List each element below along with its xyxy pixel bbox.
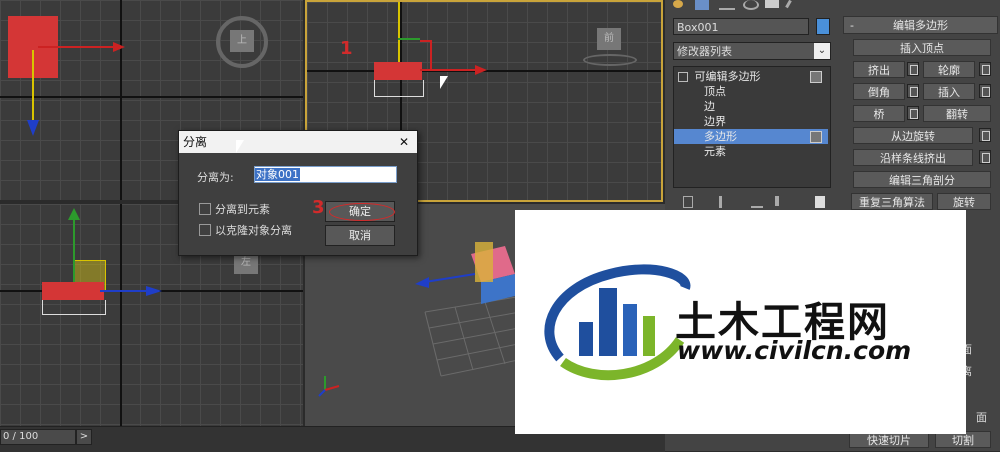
cancel-button[interactable]: 取消 [325,225,395,246]
retriangulate-button[interactable]: 重复三角算法 [851,193,933,210]
stack-toolbar [675,196,825,208]
detach-dialog: 分离 ✕ 分离为: 对象001 分离到元素 以克隆对象分离 3 确定 取消 [178,130,418,256]
extrude-button[interactable]: 挤出 [853,61,905,78]
viewcube-top[interactable]: 上 [216,16,268,68]
annotation-step-1: 1 [340,38,353,59]
mouse-cursor-icon [440,76,448,89]
show-end-result-icon[interactable] [719,196,722,208]
watermark-logo: 土木工程网 www.civilcn.com [515,210,966,434]
grid-axis-v [120,204,122,426]
extrude-settings-button[interactable] [907,62,919,76]
gizmo-x-axis [38,46,118,48]
bridge-settings-button[interactable] [907,106,919,120]
stack-item-root-label: 可编辑多边形 [694,70,761,83]
extrude-spline-settings-button[interactable] [979,150,991,164]
gizmo-x-arrow [113,42,125,52]
detach-name-input[interactable]: 对象001 [254,166,397,183]
inset-button[interactable]: 插入 [923,83,975,100]
detach-as-label: 分离为: [197,171,234,184]
hierarchy-icon[interactable] [719,0,735,10]
command-tabs [669,0,829,12]
dialog-title: 分离 [183,135,208,149]
gizmo-y-arrow [27,120,39,136]
partial-button-c[interactable]: 面 [976,409,987,425]
modifier-list-dropdown[interactable]: 修改器列表 ⌄ [673,42,831,60]
gizmo-plane-yx [398,38,420,40]
ok-highlight-ellipse [329,203,395,221]
viewcube-front-ring [583,54,637,66]
stack-item-polygon[interactable]: 多边形 [674,129,828,144]
motion-icon[interactable] [743,0,759,10]
hinge-settings-button[interactable] [979,128,991,142]
detach-to-element-label: 分离到元素 [215,203,270,216]
pin-stack-icon[interactable] [683,196,693,208]
bevel-button[interactable]: 倒角 [853,83,905,100]
utilities-icon[interactable] [785,0,792,9]
dialog-titlebar[interactable]: 分离 ✕ [179,131,417,153]
detach-as-clone-label: 以克隆对象分离 [215,224,292,237]
box-outline [374,80,424,97]
rollout-header[interactable]: - 编辑多边形 [843,16,998,34]
outline-settings-button[interactable] [979,62,991,76]
box-outline [42,300,106,315]
light-bulb-icon[interactable] [810,71,822,83]
insert-vertex-button[interactable]: 插入顶点 [853,39,991,56]
modifier-list-label: 修改器列表 [677,45,732,58]
gizmo-y-arrow [68,208,80,220]
hinge-from-edge-button[interactable]: 从边旋转 [853,127,973,144]
modifier-stack[interactable]: 可编辑多边形 顶点 边 边界 多边形 元素 [673,66,831,188]
detach-name-value: 对象001 [255,168,300,181]
frame-counter[interactable]: 0 / 100 [0,429,76,445]
extrude-along-spline-button[interactable]: 沿样条线挤出 [853,149,973,166]
gizmo-x-arrow [146,286,162,296]
grid-axis-v [120,0,122,200]
bridge-button[interactable]: 桥 [853,105,905,122]
close-icon[interactable]: ✕ [399,131,409,153]
stack-item-edge[interactable]: 边 [674,99,715,114]
rollout-title: 编辑多边形 [893,19,948,32]
gizmo-x-axis [100,290,148,292]
object-name-field[interactable]: Box001 [673,18,809,35]
perspective-box [471,242,515,304]
stack-item-vertex[interactable]: 顶点 [674,84,726,99]
object-color-swatch[interactable] [816,18,830,35]
detach-to-element-checkbox[interactable] [199,203,211,215]
polygon-selection[interactable] [42,282,104,300]
stack-item-element[interactable]: 元素 [674,144,726,159]
viewcube-label: 上 [230,30,254,52]
polygon-selection[interactable] [374,62,422,80]
stack-item-root[interactable]: 可编辑多边形 [674,69,828,84]
outline-button[interactable]: 轮廓 [923,61,975,78]
rollout-collapse: - [850,19,854,32]
mouse-cursor-icon [236,140,244,153]
gizmo-y-axis [32,50,34,125]
expand-icon[interactable] [678,72,688,82]
gizmo-y-axis [73,218,75,288]
configure-icon[interactable] [815,196,825,208]
gizmo-y-axis [398,2,400,62]
gizmo-x-axis [420,69,478,71]
grid-axis-h [0,96,303,98]
chevron-down-icon[interactable]: ⌄ [814,43,830,59]
flip-button[interactable]: 翻转 [923,105,991,122]
bevel-settings-button[interactable] [907,84,919,98]
light-bulb-icon[interactable] [810,131,822,143]
turn-button[interactable]: 旋转 [937,193,991,210]
stack-item-polygon-label: 多边形 [704,130,737,143]
gizmo-x-arrow [475,65,487,75]
make-unique-icon[interactable] [751,196,763,208]
detach-as-clone-checkbox[interactable] [199,224,211,236]
edit-triangulation-button[interactable]: 编辑三角剖分 [853,171,991,188]
annotation-step-3: 3 [312,197,325,218]
logo-url: www.civilcn.com [677,336,912,365]
timeline-next-button[interactable]: > [76,429,92,445]
modify-icon[interactable] [695,0,709,10]
create-icon[interactable] [673,0,683,8]
remove-modifier-icon[interactable] [775,196,779,206]
display-icon[interactable] [765,0,779,8]
viewcube-front-label[interactable]: 前 [597,28,621,50]
inset-settings-button[interactable] [979,84,991,98]
stack-item-border[interactable]: 边界 [674,114,726,129]
